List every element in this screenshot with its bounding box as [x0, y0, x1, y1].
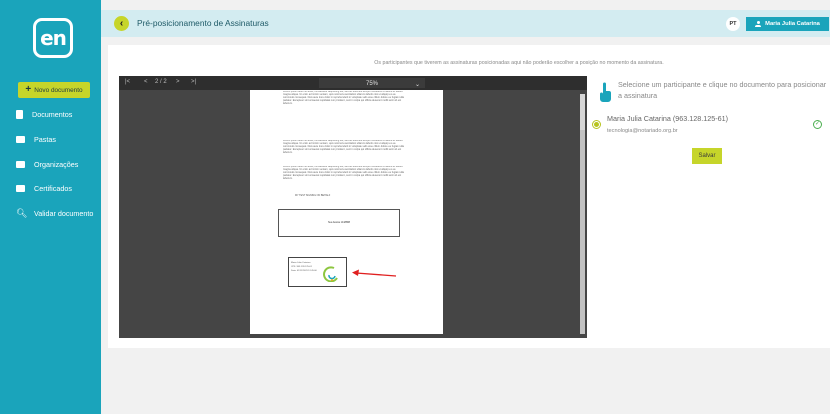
last-page-button[interactable]: >|	[191, 79, 196, 85]
signature-placement-stamp[interactable]: Maria Julia Catarina CPF: 963.128.125-61…	[288, 257, 347, 287]
sidebar-item-label: Documentos	[32, 109, 73, 119]
hand-pointer-icon	[600, 82, 611, 102]
first-page-button[interactable]: |<	[125, 79, 130, 85]
prev-page-button[interactable]: <	[144, 79, 148, 85]
participant-name[interactable]: Maria Julia Catarina (963.128.125-61)	[607, 114, 728, 123]
signature-box-text: Sua Assina 1418888	[328, 221, 350, 224]
stamp-line: CPF: 963.128.125-61	[291, 266, 312, 268]
check-circle-icon: ✓	[813, 120, 822, 129]
page-indicator: 2 / 2	[155, 79, 167, 85]
back-button[interactable]: ‹	[114, 16, 129, 31]
sidebar-item-label: Certificados	[34, 183, 72, 193]
user-name: Maria Julia Catarina	[765, 21, 820, 27]
page-title: Pré-posicionamento de Assinaturas	[137, 18, 269, 28]
viewer-scrollbar[interactable]	[580, 94, 585, 334]
stamp-line: Data: 01/11/2023 12:45:00	[291, 270, 317, 272]
document-icon	[16, 109, 23, 119]
representative-label: MY TEST SIGNING ON BEHALF	[295, 194, 331, 197]
new-document-label: Novo documento	[34, 86, 83, 94]
user-icon	[755, 21, 762, 27]
plus-icon: +	[25, 84, 32, 95]
page-header: ‹ Pré-posicionamento de Assinaturas PT M…	[101, 10, 830, 37]
document-paragraph: Lorem ipsum dolor sit amet, consectetur …	[283, 91, 404, 105]
viewer-toolbar: |< < 2 / 2 > >| 75% ⌄	[119, 76, 587, 90]
sidebar-item-validate[interactable]: 🔍︎ Validar documento	[16, 206, 93, 220]
sidebar-item-label: Validar documento	[34, 208, 94, 218]
chevron-down-icon: ⌄	[414, 82, 420, 88]
scroll-thumb[interactable]	[580, 130, 585, 334]
zoom-value: 75%	[365, 81, 378, 87]
zoom-select[interactable]: 75% ⌄	[319, 78, 425, 88]
document-paragraph: Lorem ipsum dolor sit amet, consectetur …	[283, 140, 404, 154]
main-card: Os participantes que tiverem as assinatu…	[108, 45, 830, 348]
save-button[interactable]: Salvar	[692, 148, 722, 164]
sidebar-item-folders[interactable]: Pastas	[16, 132, 56, 146]
new-document-button[interactable]: + Novo documento	[18, 82, 90, 98]
app-logo[interactable]: en	[33, 18, 73, 58]
organization-icon	[16, 160, 25, 168]
chevron-left-icon: ‹	[119, 17, 124, 29]
next-page-button[interactable]: >	[176, 79, 180, 85]
participant-radio[interactable]	[592, 120, 601, 129]
sidebar-item-label: Organizações	[34, 159, 79, 169]
red-arrow-icon	[352, 269, 397, 277]
certificate-icon	[16, 184, 25, 192]
document-paragraph: Lorem ipsum dolor sit amet, consectetur …	[283, 166, 404, 180]
sidebar-item-label: Pastas	[34, 134, 56, 144]
signature-box: Sua Assina 1418888	[278, 209, 400, 237]
stamp-line: Maria Julia Catarina	[291, 262, 311, 264]
sidebar-item-organizations[interactable]: Organizações	[16, 157, 78, 171]
folder-icon	[16, 135, 25, 143]
user-menu-button[interactable]: Maria Julia Catarina	[746, 17, 829, 31]
participant-email: tecnologia@notariado.org.br	[607, 128, 678, 134]
language-badge[interactable]: PT	[726, 17, 740, 31]
stamp-logo-icon	[323, 266, 338, 282]
pdf-viewer[interactable]: |< < 2 / 2 > >| 75% ⌄ Lorem ipsum dolor …	[119, 76, 587, 338]
notice-text: Os participantes que tiverem as assinatu…	[374, 60, 664, 66]
sidebar-item-certificates[interactable]: Certificados	[16, 181, 72, 195]
instruction-text: Selecione um participante e clique no do…	[618, 80, 827, 100]
search-icon: 🔍︎	[16, 207, 28, 218]
document-page[interactable]: Lorem ipsum dolor sit amet, consectetur …	[250, 90, 443, 334]
sidebar: en + Novo documento Documentos Pastas Or…	[0, 0, 101, 414]
sidebar-item-documents[interactable]: Documentos	[16, 107, 72, 121]
